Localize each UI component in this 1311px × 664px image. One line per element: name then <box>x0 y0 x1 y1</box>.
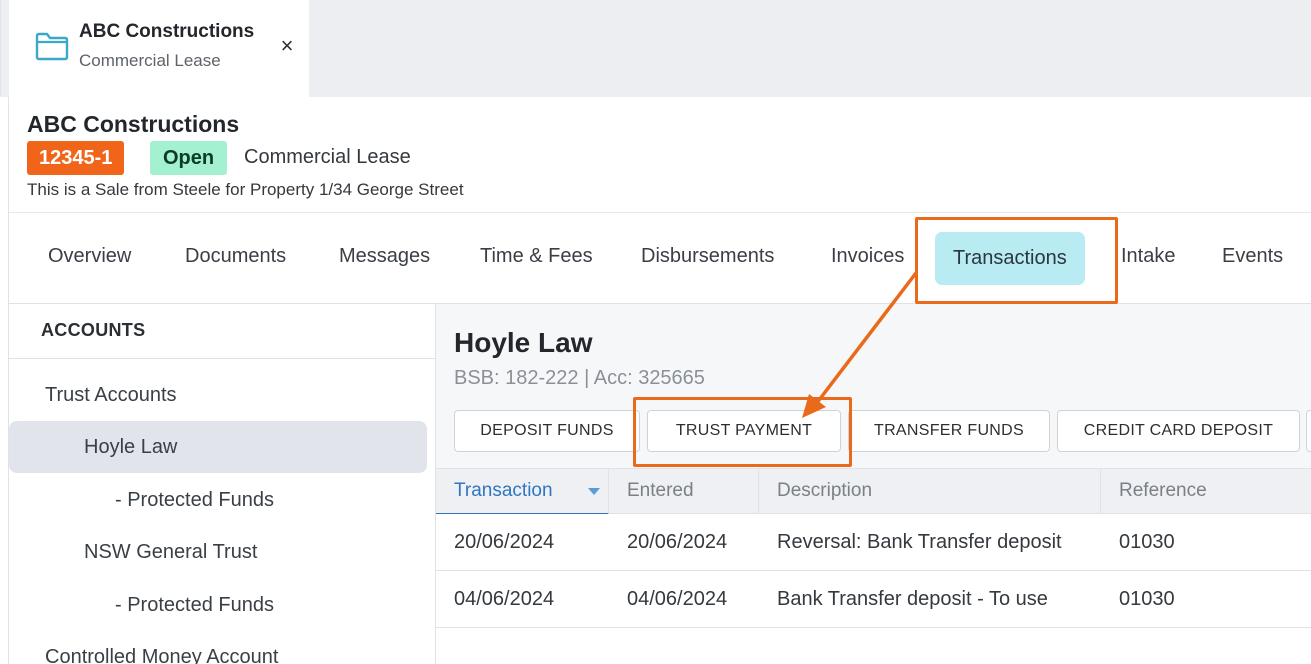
row-reference: 01030 <box>1119 588 1175 610</box>
row-transaction-date: 20/06/2024 <box>454 531 555 553</box>
accounts-heading: ACCOUNTS <box>41 320 146 340</box>
tab-invoices[interactable]: Invoices <box>831 243 904 269</box>
tab-disbursements[interactable]: Disbursements <box>641 243 774 269</box>
open-matter-tab[interactable]: ABC Constructions Commercial Lease × <box>9 0 309 97</box>
more-actions-button[interactable] <box>1306 410 1311 452</box>
tab-intake[interactable]: Intake <box>1121 243 1175 269</box>
tab-events[interactable]: Events <box>1222 243 1283 269</box>
sort-down-icon <box>588 488 600 495</box>
column-transaction[interactable]: Transaction <box>436 469 609 515</box>
transfer-funds-button[interactable]: TRANSFER FUNDS <box>848 410 1050 452</box>
deposit-funds-button[interactable]: DEPOSIT FUNDS <box>454 410 640 452</box>
trust-payment-button[interactable]: TRUST PAYMENT <box>647 410 841 452</box>
status-badge: Open <box>150 141 228 175</box>
matter-description: This is a Sale from Steele for Property … <box>27 180 464 199</box>
column-reference[interactable]: Reference <box>1101 469 1311 515</box>
sidebar-item-hoyle-law[interactable]: Hoyle Law <box>9 421 427 473</box>
matter-number-badge: 12345-1 <box>27 141 125 175</box>
sidebar-item-controlled-money-account[interactable]: Controlled Money Account <box>45 631 278 664</box>
matter-nav-tabs: Overview Documents Messages Time & Fees … <box>8 213 1311 304</box>
tab-strip: ABC Constructions Commercial Lease × <box>0 0 1311 97</box>
row-reference: 01030 <box>1119 531 1175 553</box>
row-entered-date: 04/06/2024 <box>627 588 728 610</box>
row-entered-date: 20/06/2024 <box>627 531 728 553</box>
matter-title: ABC Constructions <box>27 111 240 137</box>
folder-icon <box>35 32 69 61</box>
matter-header: ABC Constructions 12345-1 Open Commercia… <box>8 97 1311 213</box>
account-name: Hoyle Law <box>454 327 593 358</box>
tab-subtitle: Commercial Lease <box>79 51 221 70</box>
sidebar-item-nsw-general-trust[interactable]: NSW General Trust <box>84 526 257 578</box>
sidebar-item-trust-accounts[interactable]: Trust Accounts <box>45 369 177 421</box>
tab-messages[interactable]: Messages <box>339 243 430 269</box>
column-transaction-label: Transaction <box>454 480 553 501</box>
column-description[interactable]: Description <box>759 469 1101 515</box>
tab-transactions[interactable]: Transactions <box>935 232 1085 285</box>
accounts-sidebar: ACCOUNTS Trust Accounts Hoyle Law - Prot… <box>8 304 436 664</box>
row-description: Reversal: Bank Transfer deposit <box>777 531 1062 553</box>
sidebar-item-hoyle-protected-funds[interactable]: - Protected Funds <box>115 474 274 526</box>
tab-documents[interactable]: Documents <box>185 243 286 269</box>
table-header: Transaction Entered Description Referenc… <box>436 468 1311 515</box>
tab-overview[interactable]: Overview <box>48 243 131 269</box>
table-empty-area <box>436 628 1311 664</box>
sidebar-item-nsw-protected-funds[interactable]: - Protected Funds <box>115 579 274 631</box>
row-transaction-date: 04/06/2024 <box>454 588 555 610</box>
matter-type: Commercial Lease <box>244 146 411 168</box>
account-panel: Hoyle Law BSB: 182-222 | Acc: 325665 DEP… <box>436 304 1311 664</box>
table-row[interactable]: 20/06/2024 20/06/2024 Reversal: Bank Tra… <box>436 514 1311 571</box>
credit-card-deposit-button[interactable]: CREDIT CARD DEPOSIT <box>1057 410 1300 452</box>
account-bsb-info: BSB: 182-222 | Acc: 325665 <box>454 367 705 389</box>
table-row[interactable]: 04/06/2024 04/06/2024 Bank Transfer depo… <box>436 571 1311 628</box>
row-description: Bank Transfer deposit - To use <box>777 588 1048 610</box>
accounts-header: ACCOUNTS <box>9 304 436 359</box>
column-entered[interactable]: Entered <box>609 469 759 515</box>
tab-title: ABC Constructions <box>79 21 255 42</box>
close-icon[interactable]: × <box>277 34 297 58</box>
tab-time-fees[interactable]: Time & Fees <box>480 243 593 269</box>
